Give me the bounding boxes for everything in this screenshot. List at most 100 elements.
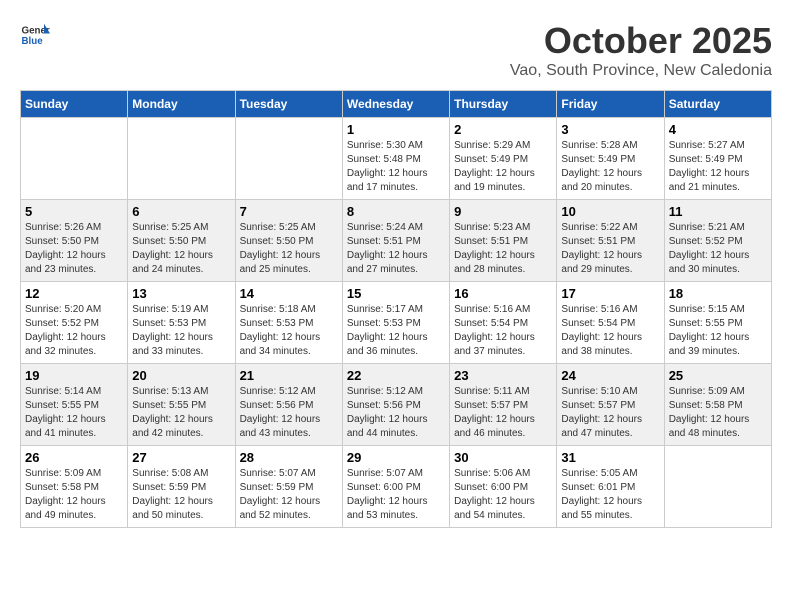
day-info: Sunrise: 5:11 AMSunset: 5:57 PMDaylight:… xyxy=(454,385,552,441)
calendar-cell: 30 Sunrise: 5:06 AMSunset: 6:00 PMDayligh… xyxy=(450,446,557,528)
day-number: 26 xyxy=(25,450,123,465)
day-number: 27 xyxy=(132,450,230,465)
day-number: 21 xyxy=(240,368,338,383)
day-info: Sunrise: 5:08 AMSunset: 5:59 PMDaylight:… xyxy=(132,467,230,523)
day-number: 20 xyxy=(132,368,230,383)
day-number: 16 xyxy=(454,286,552,301)
day-number: 3 xyxy=(561,122,659,137)
calendar-cell: 27 Sunrise: 5:08 AMSunset: 5:59 PMDayligh… xyxy=(128,446,235,528)
day-header-friday: Friday xyxy=(557,91,664,118)
day-number: 23 xyxy=(454,368,552,383)
day-number: 7 xyxy=(240,204,338,219)
day-number: 13 xyxy=(132,286,230,301)
day-info: Sunrise: 5:16 AMSunset: 5:54 PMDaylight:… xyxy=(454,303,552,359)
day-info: Sunrise: 5:19 AMSunset: 5:53 PMDaylight:… xyxy=(132,303,230,359)
calendar-cell: 31 Sunrise: 5:05 AMSunset: 6:01 PMDayligh… xyxy=(557,446,664,528)
day-number: 24 xyxy=(561,368,659,383)
calendar-cell: 13 Sunrise: 5:19 AMSunset: 5:53 PMDayligh… xyxy=(128,282,235,364)
day-info: Sunrise: 5:22 AMSunset: 5:51 PMDaylight:… xyxy=(561,221,659,277)
calendar-cell: 14Sunrise: 5:18 AMSunset: 5:53 PMDayligh… xyxy=(235,282,342,364)
day-number: 30 xyxy=(454,450,552,465)
day-number: 19 xyxy=(25,368,123,383)
calendar-cell: 29Sunrise: 5:07 AMSunset: 6:00 PMDayligh… xyxy=(342,446,449,528)
day-number: 8 xyxy=(347,204,445,219)
calendar-cell: 20 Sunrise: 5:13 AMSunset: 5:55 PMDayligh… xyxy=(128,364,235,446)
day-info: Sunrise: 5:10 AMSunset: 5:57 PMDaylight:… xyxy=(561,385,659,441)
day-info: Sunrise: 5:29 AMSunset: 5:49 PMDaylight:… xyxy=(454,139,552,195)
calendar-cell: 25Sunrise: 5:09 AMSunset: 5:58 PMDayligh… xyxy=(664,364,771,446)
day-number: 15 xyxy=(347,286,445,301)
day-info: Sunrise: 5:05 AMSunset: 6:01 PMDaylight:… xyxy=(561,467,659,523)
day-info: Sunrise: 5:18 AMSunset: 5:53 PMDaylight:… xyxy=(240,303,338,359)
calendar-cell: 12Sunrise: 5:20 AMSunset: 5:52 PMDayligh… xyxy=(21,282,128,364)
calendar-cell: 16 Sunrise: 5:16 AMSunset: 5:54 PMDayligh… xyxy=(450,282,557,364)
day-info: Sunrise: 5:06 AMSunset: 6:00 PMDaylight:… xyxy=(454,467,552,523)
day-number: 4 xyxy=(669,122,767,137)
day-info: Sunrise: 5:24 AMSunset: 5:51 PMDaylight:… xyxy=(347,221,445,277)
calendar-header-row: SundayMondayTuesdayWednesdayThursdayFrid… xyxy=(21,91,772,118)
calendar-cell: 4 Sunrise: 5:27 AMSunset: 5:49 PMDaylight… xyxy=(664,118,771,200)
calendar-cell: 15Sunrise: 5:17 AMSunset: 5:53 PMDayligh… xyxy=(342,282,449,364)
day-info: Sunrise: 5:12 AMSunset: 5:56 PMDaylight:… xyxy=(347,385,445,441)
calendar-cell: 8 Sunrise: 5:24 AMSunset: 5:51 PMDaylight… xyxy=(342,200,449,282)
title-section: October 2025 Vao, South Province, New Ca… xyxy=(510,20,772,80)
day-info: Sunrise: 5:26 AMSunset: 5:50 PMDaylight:… xyxy=(25,221,123,277)
calendar-week-4: 19Sunrise: 5:14 AMSunset: 5:55 PMDayligh… xyxy=(21,364,772,446)
day-info: Sunrise: 5:27 AMSunset: 5:49 PMDaylight:… xyxy=(669,139,767,195)
day-header-thursday: Thursday xyxy=(450,91,557,118)
day-number: 31 xyxy=(561,450,659,465)
header: General Blue October 2025 Vao, South Pro… xyxy=(20,20,772,80)
day-header-tuesday: Tuesday xyxy=(235,91,342,118)
calendar-cell: 6Sunrise: 5:25 AMSunset: 5:50 PMDaylight… xyxy=(128,200,235,282)
day-info: Sunrise: 5:09 AMSunset: 5:58 PMDaylight:… xyxy=(25,467,123,523)
day-number: 10 xyxy=(561,204,659,219)
logo-icon: General Blue xyxy=(20,20,50,50)
day-number: 9 xyxy=(454,204,552,219)
calendar-cell: 9 Sunrise: 5:23 AMSunset: 5:51 PMDaylight… xyxy=(450,200,557,282)
calendar-cell xyxy=(664,446,771,528)
day-header-saturday: Saturday xyxy=(664,91,771,118)
calendar-cell: 18Sunrise: 5:15 AMSunset: 5:55 PMDayligh… xyxy=(664,282,771,364)
calendar-cell: 1 Sunrise: 5:30 AMSunset: 5:48 PMDaylight… xyxy=(342,118,449,200)
day-number: 29 xyxy=(347,450,445,465)
calendar-cell: 19Sunrise: 5:14 AMSunset: 5:55 PMDayligh… xyxy=(21,364,128,446)
day-number: 17 xyxy=(561,286,659,301)
day-info: Sunrise: 5:13 AMSunset: 5:55 PMDaylight:… xyxy=(132,385,230,441)
calendar-cell: 2 Sunrise: 5:29 AMSunset: 5:49 PMDaylight… xyxy=(450,118,557,200)
calendar-cell: 28Sunrise: 5:07 AMSunset: 5:59 PMDayligh… xyxy=(235,446,342,528)
calendar-week-2: 5 Sunrise: 5:26 AMSunset: 5:50 PMDaylight… xyxy=(21,200,772,282)
day-info: Sunrise: 5:25 AMSunset: 5:50 PMDaylight:… xyxy=(240,221,338,277)
day-number: 2 xyxy=(454,122,552,137)
day-header-wednesday: Wednesday xyxy=(342,91,449,118)
day-info: Sunrise: 5:25 AMSunset: 5:50 PMDaylight:… xyxy=(132,221,230,277)
calendar-cell: 17Sunrise: 5:16 AMSunset: 5:54 PMDayligh… xyxy=(557,282,664,364)
day-info: Sunrise: 5:23 AMSunset: 5:51 PMDaylight:… xyxy=(454,221,552,277)
calendar-cell: 3 Sunrise: 5:28 AMSunset: 5:49 PMDaylight… xyxy=(557,118,664,200)
location-title: Vao, South Province, New Caledonia xyxy=(510,62,772,80)
day-number: 28 xyxy=(240,450,338,465)
calendar-body: 1 Sunrise: 5:30 AMSunset: 5:48 PMDaylight… xyxy=(21,118,772,528)
calendar: SundayMondayTuesdayWednesdayThursdayFrid… xyxy=(20,90,772,528)
day-info: Sunrise: 5:09 AMSunset: 5:58 PMDaylight:… xyxy=(669,385,767,441)
day-number: 11 xyxy=(669,204,767,219)
day-number: 5 xyxy=(25,204,123,219)
calendar-cell xyxy=(21,118,128,200)
calendar-cell: 23 Sunrise: 5:11 AMSunset: 5:57 PMDayligh… xyxy=(450,364,557,446)
calendar-week-1: 1 Sunrise: 5:30 AMSunset: 5:48 PMDaylight… xyxy=(21,118,772,200)
day-info: Sunrise: 5:30 AMSunset: 5:48 PMDaylight:… xyxy=(347,139,445,195)
calendar-cell xyxy=(235,118,342,200)
day-number: 22 xyxy=(347,368,445,383)
calendar-cell: 22 Sunrise: 5:12 AMSunset: 5:56 PMDayligh… xyxy=(342,364,449,446)
day-info: Sunrise: 5:28 AMSunset: 5:49 PMDaylight:… xyxy=(561,139,659,195)
svg-text:Blue: Blue xyxy=(22,36,44,47)
day-number: 1 xyxy=(347,122,445,137)
logo: General Blue xyxy=(20,20,50,50)
calendar-cell: 26 Sunrise: 5:09 AMSunset: 5:58 PMDayligh… xyxy=(21,446,128,528)
day-info: Sunrise: 5:15 AMSunset: 5:55 PMDaylight:… xyxy=(669,303,767,359)
day-info: Sunrise: 5:12 AMSunset: 5:56 PMDaylight:… xyxy=(240,385,338,441)
calendar-cell: 11Sunrise: 5:21 AMSunset: 5:52 PMDayligh… xyxy=(664,200,771,282)
calendar-cell: 5 Sunrise: 5:26 AMSunset: 5:50 PMDaylight… xyxy=(21,200,128,282)
calendar-cell: 21 Sunrise: 5:12 AMSunset: 5:56 PMDayligh… xyxy=(235,364,342,446)
calendar-cell: 10 Sunrise: 5:22 AMSunset: 5:51 PMDayligh… xyxy=(557,200,664,282)
calendar-week-5: 26 Sunrise: 5:09 AMSunset: 5:58 PMDayligh… xyxy=(21,446,772,528)
